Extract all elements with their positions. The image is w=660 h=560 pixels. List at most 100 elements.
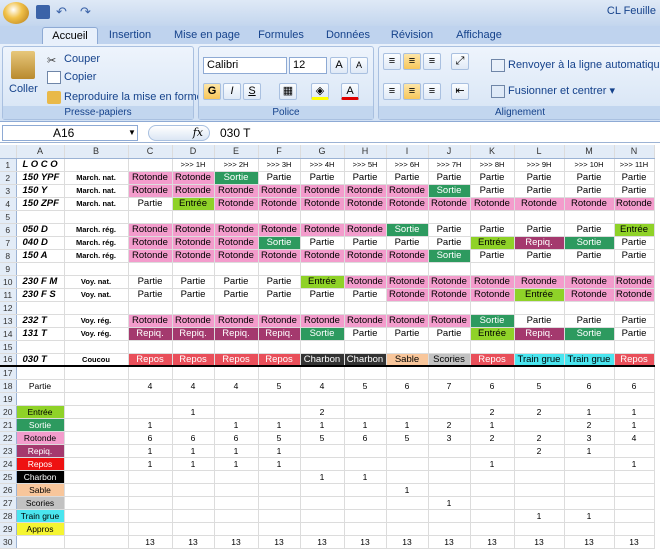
cell[interactable]: 2 xyxy=(514,431,565,445)
cell[interactable] xyxy=(344,262,387,276)
row-header[interactable]: 30 xyxy=(0,535,17,549)
column-header-C[interactable]: C xyxy=(128,145,173,159)
cell[interactable] xyxy=(614,301,655,315)
align-right-icon[interactable]: ≡ xyxy=(423,83,441,100)
cell[interactable]: Rotonde xyxy=(300,223,345,237)
format-painter-button[interactable]: Reproduire la mise en forme xyxy=(47,89,203,105)
cell[interactable]: 1 xyxy=(214,418,259,432)
cell[interactable]: 4 xyxy=(214,379,259,393)
cell[interactable] xyxy=(258,301,301,315)
cell[interactable] xyxy=(300,509,345,523)
column-header-F[interactable]: F xyxy=(258,145,301,159)
cell[interactable] xyxy=(344,444,387,458)
office-button-icon[interactable] xyxy=(3,2,29,24)
cell[interactable] xyxy=(172,509,215,523)
cell[interactable]: 1 xyxy=(128,457,173,471)
cell[interactable]: Partie xyxy=(470,171,515,185)
cell[interactable] xyxy=(386,496,429,510)
cell[interactable] xyxy=(64,522,129,536)
cell[interactable]: Partie xyxy=(172,275,215,289)
cell[interactable] xyxy=(564,340,615,354)
cell[interactable]: Partie xyxy=(386,327,429,341)
cell[interactable]: Rotonde xyxy=(514,275,565,289)
cell[interactable]: Rotonde xyxy=(514,197,565,211)
wrap-text-button[interactable]: Renvoyer à la ligne automatique xyxy=(491,57,660,73)
grow-font-icon[interactable]: A xyxy=(330,57,348,74)
cell[interactable]: Rotonde xyxy=(344,314,387,328)
cell[interactable] xyxy=(514,210,565,224)
cell[interactable]: 040 D xyxy=(16,236,65,250)
align-top-icon[interactable]: ≡ xyxy=(383,53,401,70)
cell[interactable]: Rotonde xyxy=(344,249,387,263)
row-header[interactable]: 24 xyxy=(0,457,17,471)
cell[interactable] xyxy=(428,509,471,523)
cell[interactable]: 1 xyxy=(214,444,259,458)
cell[interactable] xyxy=(470,262,515,276)
cell[interactable] xyxy=(64,496,129,510)
cell[interactable]: Rotonde xyxy=(172,249,215,263)
cell[interactable]: Rotonde xyxy=(258,249,301,263)
cell[interactable] xyxy=(470,522,515,536)
cell[interactable]: 1 xyxy=(514,509,565,523)
cell[interactable]: 13 xyxy=(300,535,345,549)
cell[interactable]: >>> 6H xyxy=(386,158,429,172)
cell[interactable] xyxy=(564,210,615,224)
cell[interactable] xyxy=(470,392,515,406)
cell[interactable] xyxy=(128,340,173,354)
cell[interactable]: Rotonde xyxy=(344,275,387,289)
cell[interactable]: Rotonde xyxy=(564,197,615,211)
cell[interactable]: Partie xyxy=(564,184,615,198)
cell[interactable]: March. nat. xyxy=(64,171,129,185)
cell[interactable]: Rotonde xyxy=(128,314,173,328)
row-header[interactable]: 15 xyxy=(0,340,17,354)
cell[interactable] xyxy=(344,457,387,471)
row-header[interactable]: 20 xyxy=(0,405,17,419)
cell[interactable]: 230 F S xyxy=(16,288,65,302)
cell[interactable] xyxy=(258,522,301,536)
indent-icon[interactable]: ⇤ xyxy=(451,83,469,100)
cell[interactable]: 13 xyxy=(470,535,515,549)
cell[interactable]: Partie xyxy=(514,171,565,185)
cell[interactable] xyxy=(128,483,173,497)
cell[interactable]: 1 xyxy=(214,457,259,471)
cell[interactable] xyxy=(564,392,615,406)
column-header-H[interactable]: H xyxy=(344,145,387,159)
cell[interactable] xyxy=(258,483,301,497)
cell[interactable]: Rotonde xyxy=(614,288,655,302)
cell[interactable] xyxy=(470,210,515,224)
row-header[interactable]: 11 xyxy=(0,288,17,302)
cell[interactable]: 1 xyxy=(300,418,345,432)
cell[interactable] xyxy=(64,405,129,419)
cell[interactable] xyxy=(386,366,429,380)
cell[interactable]: Sortie xyxy=(428,249,471,263)
cell[interactable] xyxy=(300,392,345,406)
cell[interactable]: Rotonde xyxy=(214,236,259,250)
cell[interactable]: Rotonde xyxy=(172,171,215,185)
cell[interactable]: Rotonde xyxy=(128,223,173,237)
cell[interactable]: Partie xyxy=(128,275,173,289)
cell[interactable] xyxy=(344,483,387,497)
cell[interactable]: 1 xyxy=(564,509,615,523)
tab-affichage[interactable]: Affichage xyxy=(450,27,508,44)
row-header[interactable]: 6 xyxy=(0,223,17,237)
cell[interactable]: Partie xyxy=(428,223,471,237)
cell[interactable]: 4 xyxy=(128,379,173,393)
cell[interactable]: Rotonde xyxy=(300,197,345,211)
cell[interactable]: Repos xyxy=(470,353,515,367)
cell[interactable]: Rotonde xyxy=(428,314,471,328)
cell[interactable]: 1 xyxy=(614,405,655,419)
cell[interactable]: Entrée xyxy=(470,236,515,250)
row-header[interactable]: 2 xyxy=(0,171,17,185)
row-header[interactable]: 18 xyxy=(0,379,17,393)
cell[interactable]: 1 xyxy=(300,470,345,484)
row-header[interactable]: 3 xyxy=(0,184,17,198)
cell[interactable]: 13 xyxy=(214,535,259,549)
cell[interactable] xyxy=(64,444,129,458)
row-header[interactable]: 16 xyxy=(0,353,17,367)
cell[interactable]: Repos xyxy=(214,353,259,367)
cell[interactable] xyxy=(258,392,301,406)
cell[interactable] xyxy=(564,496,615,510)
cell[interactable] xyxy=(428,522,471,536)
cell[interactable]: Rotonde xyxy=(258,223,301,237)
cell[interactable]: Partie xyxy=(128,197,173,211)
